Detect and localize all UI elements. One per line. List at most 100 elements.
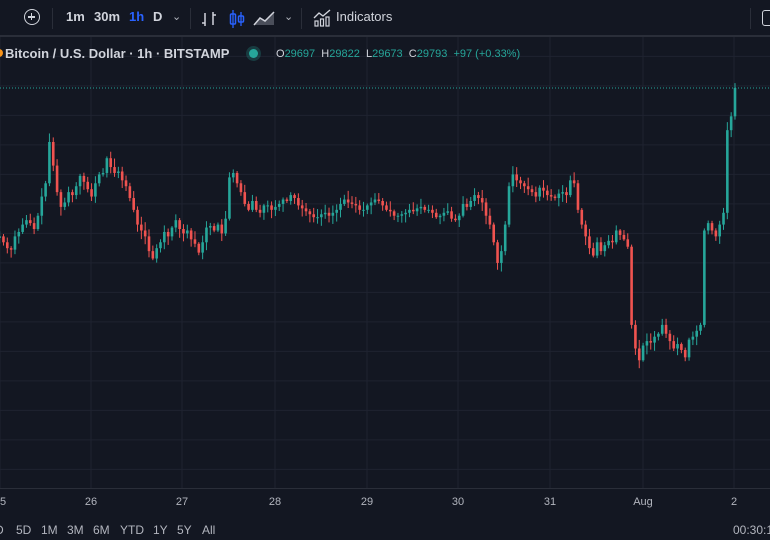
- candle-body: [67, 192, 70, 203]
- candle-body: [59, 192, 63, 207]
- candle-body: [561, 192, 564, 194]
- candle-body: [626, 239, 630, 247]
- candle-body: [423, 206, 427, 210]
- candle-body: [396, 215, 400, 217]
- candle-body: [580, 209, 584, 225]
- candle-body: [457, 215, 461, 221]
- interval-1m[interactable]: 1m: [66, 9, 85, 24]
- range-5y[interactable]: 5Y: [177, 523, 192, 537]
- candle-body: [645, 341, 649, 346]
- area-chart-icon[interactable]: [253, 10, 275, 26]
- range-6m[interactable]: 6M: [93, 523, 110, 537]
- low-value: 29673: [372, 48, 403, 60]
- high-value: 29822: [329, 48, 360, 60]
- candle-body: [442, 212, 446, 216]
- candle-body: [664, 324, 668, 334]
- candle-body: [549, 195, 553, 197]
- candle-body: [657, 333, 660, 337]
- candle-body: [695, 330, 698, 337]
- candle-body: [584, 224, 587, 237]
- candle-body: [392, 211, 396, 216]
- candle-body: [205, 227, 208, 243]
- candle-body: [346, 199, 350, 203]
- candle-body: [618, 230, 622, 235]
- candle-body: [212, 226, 216, 231]
- candle-body: [672, 341, 676, 349]
- candle-body: [668, 333, 672, 342]
- x-tick-label: 30: [451, 496, 465, 508]
- range-1y[interactable]: 1Y: [153, 523, 168, 537]
- candle-body: [128, 186, 132, 199]
- candle-body: [239, 183, 243, 193]
- candle-body: [147, 236, 151, 252]
- candle-body: [300, 205, 304, 209]
- range-5d[interactable]: 5D: [16, 523, 31, 537]
- market-status-icon[interactable]: [249, 49, 258, 58]
- candle-body: [109, 158, 113, 168]
- candle-body: [599, 242, 603, 252]
- indicators-icon[interactable]: [313, 9, 332, 27]
- candle-body: [726, 130, 729, 213]
- candle-body: [48, 141, 51, 184]
- interval-1h[interactable]: 1h: [129, 9, 144, 24]
- candle-body: [197, 243, 201, 253]
- candle-body: [166, 231, 170, 237]
- interval-d[interactable]: D: [153, 9, 162, 24]
- candle-body: [683, 349, 687, 358]
- candle-body: [530, 189, 534, 193]
- candle-body: [634, 324, 637, 349]
- candle-body: [703, 230, 706, 325]
- candle-body: [335, 209, 338, 213]
- symbol-title: Bitcoin / U.S. Dollar · 1h · BITSTAMP: [5, 46, 230, 61]
- interval-30m[interactable]: 30m: [94, 9, 120, 24]
- candle-body: [431, 209, 434, 213]
- candle-body: [270, 205, 273, 210]
- range-3m[interactable]: 3M: [67, 523, 84, 537]
- interval-dropdown-chevron-icon[interactable]: ⌄: [172, 10, 181, 23]
- candle-body: [258, 209, 262, 213]
- x-tick-label: Aug: [633, 496, 653, 508]
- candle-body: [51, 141, 55, 166]
- candle-body: [320, 214, 323, 218]
- candle-body: [607, 240, 610, 246]
- candle-body: [159, 242, 162, 249]
- indicators-button[interactable]: Indicators: [336, 9, 392, 24]
- candle-body: [465, 203, 469, 207]
- range-all[interactable]: All: [202, 523, 215, 537]
- top-toolbar: 1m 30m 1h D ⌄ ⌄ Indicators: [0, 0, 770, 37]
- candle-body: [243, 192, 247, 204]
- candle-body: [277, 203, 281, 207]
- time-axis[interactable]: 25 26 27 28 29 30 31 Aug 2: [0, 488, 770, 516]
- candle-body: [155, 248, 158, 259]
- candle-body: [507, 186, 511, 225]
- candle-body: [281, 199, 285, 204]
- candle-body: [419, 206, 423, 209]
- candle-body: [25, 220, 28, 225]
- candle-body: [94, 183, 97, 197]
- x-tick-label: 2: [730, 496, 738, 508]
- candle-body: [32, 223, 36, 230]
- candle-body: [350, 202, 354, 204]
- candle-body: [557, 193, 561, 199]
- range-1m[interactable]: 1M: [41, 523, 58, 537]
- candle-body: [488, 215, 492, 225]
- range-ytd[interactable]: YTD: [120, 523, 144, 537]
- bar-chart-icon[interactable]: [201, 10, 217, 28]
- symbol-legend[interactable]: Bitcoin / U.S. Dollar · 1h · BITSTAMP: [5, 46, 229, 61]
- add-symbol-icon[interactable]: [24, 9, 40, 25]
- price-chart[interactable]: [0, 37, 770, 488]
- candle-body: [630, 246, 633, 325]
- candle-body: [569, 180, 572, 196]
- candle-body: [132, 198, 135, 210]
- fullscreen-icon[interactable]: [762, 10, 770, 26]
- candle-body: [182, 229, 185, 234]
- candles-icon[interactable]: [228, 9, 246, 29]
- x-tick-label: 29: [360, 496, 374, 508]
- range-1d[interactable]: D: [0, 523, 4, 537]
- candle-body: [637, 348, 641, 361]
- candle-body: [572, 180, 576, 184]
- candle-body: [251, 200, 254, 210]
- chart-type-chevron-icon[interactable]: ⌄: [284, 10, 293, 23]
- candle-body: [641, 345, 645, 361]
- candle-body: [331, 212, 335, 216]
